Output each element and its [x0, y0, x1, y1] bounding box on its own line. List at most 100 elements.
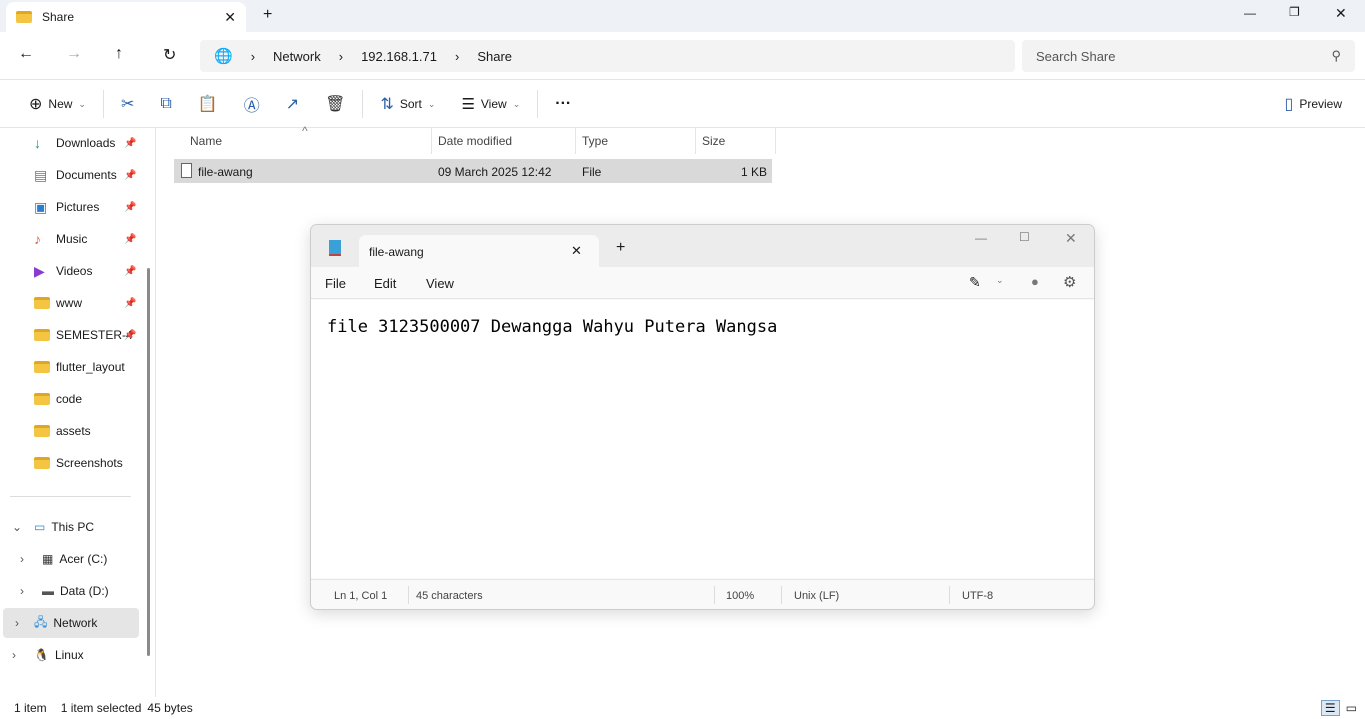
tree-item-this-pc[interactable]: ⌄ ▭ This PC [0, 512, 140, 542]
view-button[interactable]: ☰ View ⌄ [448, 88, 533, 120]
chevron-right-icon[interactable]: › [12, 648, 16, 662]
file-name: file-awang [198, 165, 253, 179]
sidebar-item-semester-4[interactable]: SEMESTER-4 📌 [0, 320, 140, 350]
file-icon [181, 163, 192, 178]
forward-button[interactable]: → [66, 45, 82, 63]
minimize-button[interactable]: — [975, 231, 987, 245]
sidebar-scrollbar[interactable] [147, 268, 150, 656]
sidebar-item-www[interactable]: www 📌 [0, 288, 140, 318]
maximize-button[interactable]: ☐ [1019, 230, 1030, 244]
sidebar-item-label: Pictures [56, 200, 100, 214]
menu-file[interactable]: File [325, 276, 346, 291]
linux-icon: 🐧 [34, 648, 49, 662]
tree-item-network[interactable]: › 🖧 Network [3, 608, 139, 638]
globe-icon: 🌐 [214, 48, 233, 65]
column-type[interactable]: Type [576, 128, 696, 154]
breadcrumb-host[interactable]: 192.168.1.71 [361, 49, 437, 64]
chevron-right-icon[interactable]: › [15, 616, 19, 630]
sidebar-item-documents[interactable]: ▤ Documents 📌 [0, 160, 140, 190]
close-tab-icon[interactable]: ✕ [224, 9, 236, 26]
tree-item-linux[interactable]: › 🐧 Linux [0, 640, 140, 670]
sidebar-item-label: code [56, 392, 83, 406]
sidebar-item-downloads[interactable]: ↓ Downloads 📌 [0, 128, 140, 158]
folder-icon [34, 297, 50, 309]
menu-edit[interactable]: Edit [374, 276, 396, 291]
file-row[interactable]: file-awang 09 March 2025 12:42 File 1 KB [174, 159, 772, 183]
details-view-button[interactable]: ☰ [1320, 700, 1340, 716]
sidebar-item-pictures[interactable]: ▣ Pictures 📌 [0, 192, 140, 222]
selection-count: 1 item selected [60, 701, 142, 715]
sidebar-item-flutter-layout[interactable]: flutter_layout [0, 352, 140, 382]
sort-button[interactable]: ⇅ Sort ⌄ [367, 88, 448, 120]
status-bar: 1 item 1 item selected 45 bytes ☰ ▭ [0, 697, 1365, 719]
sidebar-item-videos[interactable]: ▶ Videos 📌 [0, 256, 140, 286]
copy-button[interactable]: ⧉ [147, 88, 184, 120]
sidebar-item-music[interactable]: ♪ Music 📌 [0, 224, 140, 254]
pin-icon: 📌 [124, 329, 137, 341]
back-button[interactable]: ← [18, 45, 34, 63]
drive-icon: ▦ [42, 552, 54, 566]
selection-size: 45 bytes [147, 701, 193, 715]
rename-button[interactable]: Ⓐ [231, 88, 273, 120]
column-size[interactable]: Size [696, 128, 776, 154]
chevron-right-icon[interactable]: › [20, 584, 24, 598]
encoding[interactable]: UTF-8 [962, 590, 993, 602]
download-icon: ↓ [34, 135, 41, 151]
sidebar-item-label: Documents [56, 168, 117, 182]
settings-icon[interactable]: ⚙ [1063, 273, 1076, 291]
sidebar-item-assets[interactable]: assets [0, 416, 140, 446]
pin-icon: 📌 [124, 233, 137, 245]
chevron-down-icon[interactable]: ⌄ [12, 520, 22, 534]
chevron-right-icon[interactable]: › [20, 552, 24, 566]
new-label: New [48, 97, 73, 111]
tiles-view-button[interactable]: ▭ [1346, 701, 1357, 715]
breadcrumb-share[interactable]: Share [477, 49, 512, 64]
command-bar: ⊕ New ⌄ ✂ ⧉ 📋 Ⓐ ↗ 🗑 ⇅ Sort ⌄ ☰ View ⌄ ··· ▯ Pre… [0, 81, 1365, 128]
sidebar-item-label: Downloads [56, 136, 116, 150]
address-bar[interactable]: 🌐 › Network › 192.168.1.71 › Share [200, 40, 1015, 72]
notepad-tab[interactable]: file-awang ✕ [359, 235, 599, 267]
tree-item-label: Data (D:) [60, 584, 109, 598]
new-tab-button[interactable]: + [616, 239, 625, 257]
column-name[interactable]: Name [184, 128, 432, 154]
up-button[interactable]: ↑ [115, 45, 123, 63]
more-options-button[interactable]: ··· [542, 88, 584, 120]
restore-button[interactable]: ❐ [1289, 5, 1300, 19]
new-button[interactable]: ⊕ New ⌄ [16, 88, 99, 120]
zoom-level[interactable]: 100% [726, 590, 754, 602]
tree-item-label: This PC [51, 520, 95, 534]
menu-view[interactable]: View [426, 276, 454, 291]
copilot-rewrite-icon[interactable]: ✎ [969, 274, 981, 291]
chevron-down-icon[interactable]: ⌄ [996, 275, 1004, 286]
navigation-pane: ↓ Downloads 📌 ▤ Documents 📌 ▣ Pictures 📌 ♪ Music 📌 ▶… [0, 128, 155, 697]
close-button[interactable]: ✕ [1065, 230, 1077, 247]
column-date[interactable]: Date modified [432, 128, 576, 154]
sidebar-item-code[interactable]: code [0, 384, 140, 414]
explorer-tab[interactable]: Share ✕ [6, 2, 246, 32]
close-tab-icon[interactable]: ✕ [571, 243, 582, 259]
account-icon[interactable]: ● [1031, 274, 1039, 289]
sidebar-item-label: Videos [56, 264, 93, 278]
close-button[interactable]: ✕ [1335, 5, 1347, 22]
cut-button[interactable]: ✂ [108, 88, 147, 120]
share-button[interactable]: ↗ [273, 88, 312, 120]
minimize-button[interactable]: — [1244, 6, 1256, 20]
pin-icon: 📌 [124, 265, 137, 277]
sidebar-item-label: www [56, 296, 82, 310]
search-input[interactable]: Search Share ⚲ [1022, 40, 1355, 72]
sidebar-item-label: flutter_layout [56, 360, 125, 374]
preview-button[interactable]: ▯ Preview [1272, 88, 1356, 120]
text-editor[interactable]: file 3123500007 Dewangga Wahyu Putera Wa… [311, 300, 1094, 578]
view-label: View [480, 97, 507, 111]
sidebar-item-screenshots[interactable]: Screenshots [0, 448, 140, 478]
tree-item-data-d[interactable]: › ▬ Data (D:) [0, 576, 140, 606]
view-icon: ☰ [461, 96, 475, 113]
refresh-button[interactable]: ↻ [163, 45, 176, 65]
tree-item-acer-c[interactable]: › ▦ Acer (C:) [0, 544, 140, 574]
line-ending[interactable]: Unix (LF) [794, 590, 839, 602]
new-tab-button[interactable]: + [263, 6, 272, 24]
delete-button[interactable]: 🗑 [312, 88, 358, 120]
paste-button[interactable]: 📋 [185, 88, 231, 120]
character-count: 45 characters [416, 590, 483, 602]
breadcrumb-network[interactable]: Network [273, 49, 321, 64]
